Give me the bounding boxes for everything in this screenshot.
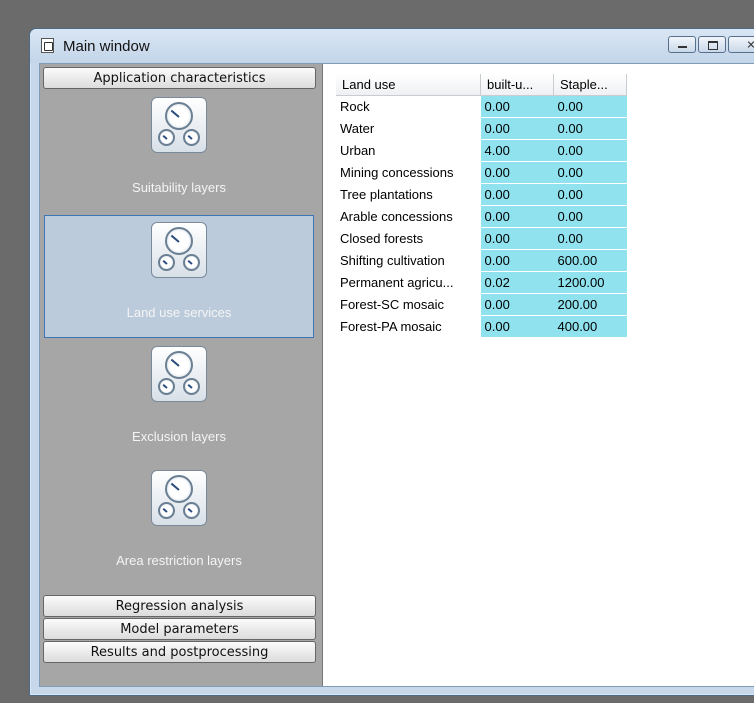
dials-icon	[151, 346, 207, 402]
data-grid-area: Land use built-u... Staple... Rock 0.00 0.…	[326, 64, 754, 686]
title-bar[interactable]: Main window ✕	[30, 29, 754, 63]
maximize-icon	[708, 41, 718, 50]
land-use-cell: Arable concessions	[340, 209, 453, 224]
nav-item-land-use-services[interactable]: Land use services	[44, 215, 314, 338]
close-icon: ✕	[746, 38, 754, 51]
land-use-grid: Land use built-u... Staple... Rock 0.00 0.…	[336, 74, 627, 338]
table-row[interactable]: Permanent agricu... 0.02 1200.00	[336, 271, 627, 294]
staple-cell[interactable]: 0.00	[553, 183, 627, 206]
staple-cell[interactable]: 0.00	[553, 95, 627, 118]
nav-item-label: Suitability layers	[132, 180, 226, 195]
main-window: Main window ✕ Application characteristic…	[29, 28, 754, 696]
built-up-cell[interactable]: 0.00	[480, 315, 554, 338]
land-use-cell: Forest-SC mosaic	[340, 297, 445, 312]
staple-cell[interactable]: 0.00	[553, 139, 627, 162]
staple-cell[interactable]: 0.00	[553, 161, 627, 184]
staple-cell[interactable]: 200.00	[553, 293, 627, 316]
dials-icon	[151, 97, 207, 153]
header-application-characteristics[interactable]: Application characteristics	[43, 67, 316, 89]
grid-header-row: Land use built-u... Staple...	[336, 74, 627, 96]
header-model-parameters[interactable]: Model parameters	[43, 618, 316, 640]
staple-cell[interactable]: 600.00	[553, 249, 627, 272]
minimize-button[interactable]	[668, 36, 696, 53]
built-up-cell[interactable]: 0.00	[480, 249, 554, 272]
close-button[interactable]: ✕	[728, 36, 754, 53]
table-row[interactable]: Tree plantations 0.00 0.00	[336, 183, 627, 206]
land-use-cell: Forest-PA mosaic	[340, 319, 442, 334]
minimize-icon	[678, 46, 687, 48]
client-area: Application characteristics Suitability …	[39, 63, 754, 687]
window-icon	[41, 38, 54, 53]
land-use-cell: Urban	[340, 143, 376, 158]
column-header-built-up[interactable]: built-u...	[480, 74, 554, 96]
staple-cell[interactable]: 1200.00	[553, 271, 627, 294]
header-regression-analysis[interactable]: Regression analysis	[43, 595, 316, 617]
table-row[interactable]: Water 0.00 0.00	[336, 117, 627, 140]
table-row[interactable]: Rock 0.00 0.00	[336, 95, 627, 118]
nav-item-label: Area restriction layers	[116, 553, 242, 568]
nav-item-suitability-layers[interactable]: Suitability layers	[44, 91, 314, 214]
navigation-panel: Application characteristics Suitability …	[40, 64, 323, 686]
table-row[interactable]: Arable concessions 0.00 0.00	[336, 205, 627, 228]
staple-cell[interactable]: 400.00	[553, 315, 627, 338]
built-up-cell[interactable]: 0.00	[480, 227, 554, 250]
land-use-cell: Closed forests	[340, 231, 424, 246]
column-header-staple[interactable]: Staple...	[553, 74, 627, 96]
nav-item-area-restriction-layers[interactable]: Area restriction layers	[44, 464, 314, 587]
dials-icon	[151, 470, 207, 526]
table-row[interactable]: Closed forests 0.00 0.00	[336, 227, 627, 250]
table-row[interactable]: Mining concessions 0.00 0.00	[336, 161, 627, 184]
built-up-cell[interactable]: 0.00	[480, 117, 554, 140]
built-up-cell[interactable]: 0.00	[480, 95, 554, 118]
land-use-cell: Water	[340, 121, 375, 136]
window-title: Main window	[63, 38, 150, 55]
land-use-cell: Tree plantations	[340, 187, 433, 202]
table-row[interactable]: Shifting cultivation 0.00 600.00	[336, 249, 627, 272]
column-header-land-use[interactable]: Land use	[336, 74, 481, 96]
built-up-cell[interactable]: 0.00	[480, 161, 554, 184]
built-up-cell[interactable]: 4.00	[480, 139, 554, 162]
built-up-cell[interactable]: 0.00	[480, 205, 554, 228]
built-up-cell[interactable]: 0.00	[480, 183, 554, 206]
land-use-cell: Shifting cultivation	[340, 253, 445, 268]
nav-item-exclusion-layers[interactable]: Exclusion layers	[44, 340, 314, 463]
land-use-cell: Mining concessions	[340, 165, 454, 180]
maximize-button[interactable]	[698, 36, 726, 53]
land-use-cell: Permanent agricu...	[340, 275, 454, 290]
nav-item-label: Land use services	[126, 305, 232, 320]
staple-cell[interactable]: 0.00	[553, 227, 627, 250]
nav-item-label: Exclusion layers	[132, 429, 226, 444]
table-row[interactable]: Forest-PA mosaic 0.00 400.00	[336, 315, 627, 338]
staple-cell[interactable]: 0.00	[553, 117, 627, 140]
land-use-cell: Rock	[340, 99, 370, 115]
table-row[interactable]: Forest-SC mosaic 0.00 200.00	[336, 293, 627, 316]
built-up-cell[interactable]: 0.02	[480, 271, 554, 294]
table-row[interactable]: Urban 4.00 0.00	[336, 139, 627, 162]
built-up-cell[interactable]: 0.00	[480, 293, 554, 316]
dials-icon	[151, 222, 207, 278]
header-results-and-postprocessing[interactable]: Results and postprocessing	[43, 641, 316, 663]
staple-cell[interactable]: 0.00	[553, 205, 627, 228]
